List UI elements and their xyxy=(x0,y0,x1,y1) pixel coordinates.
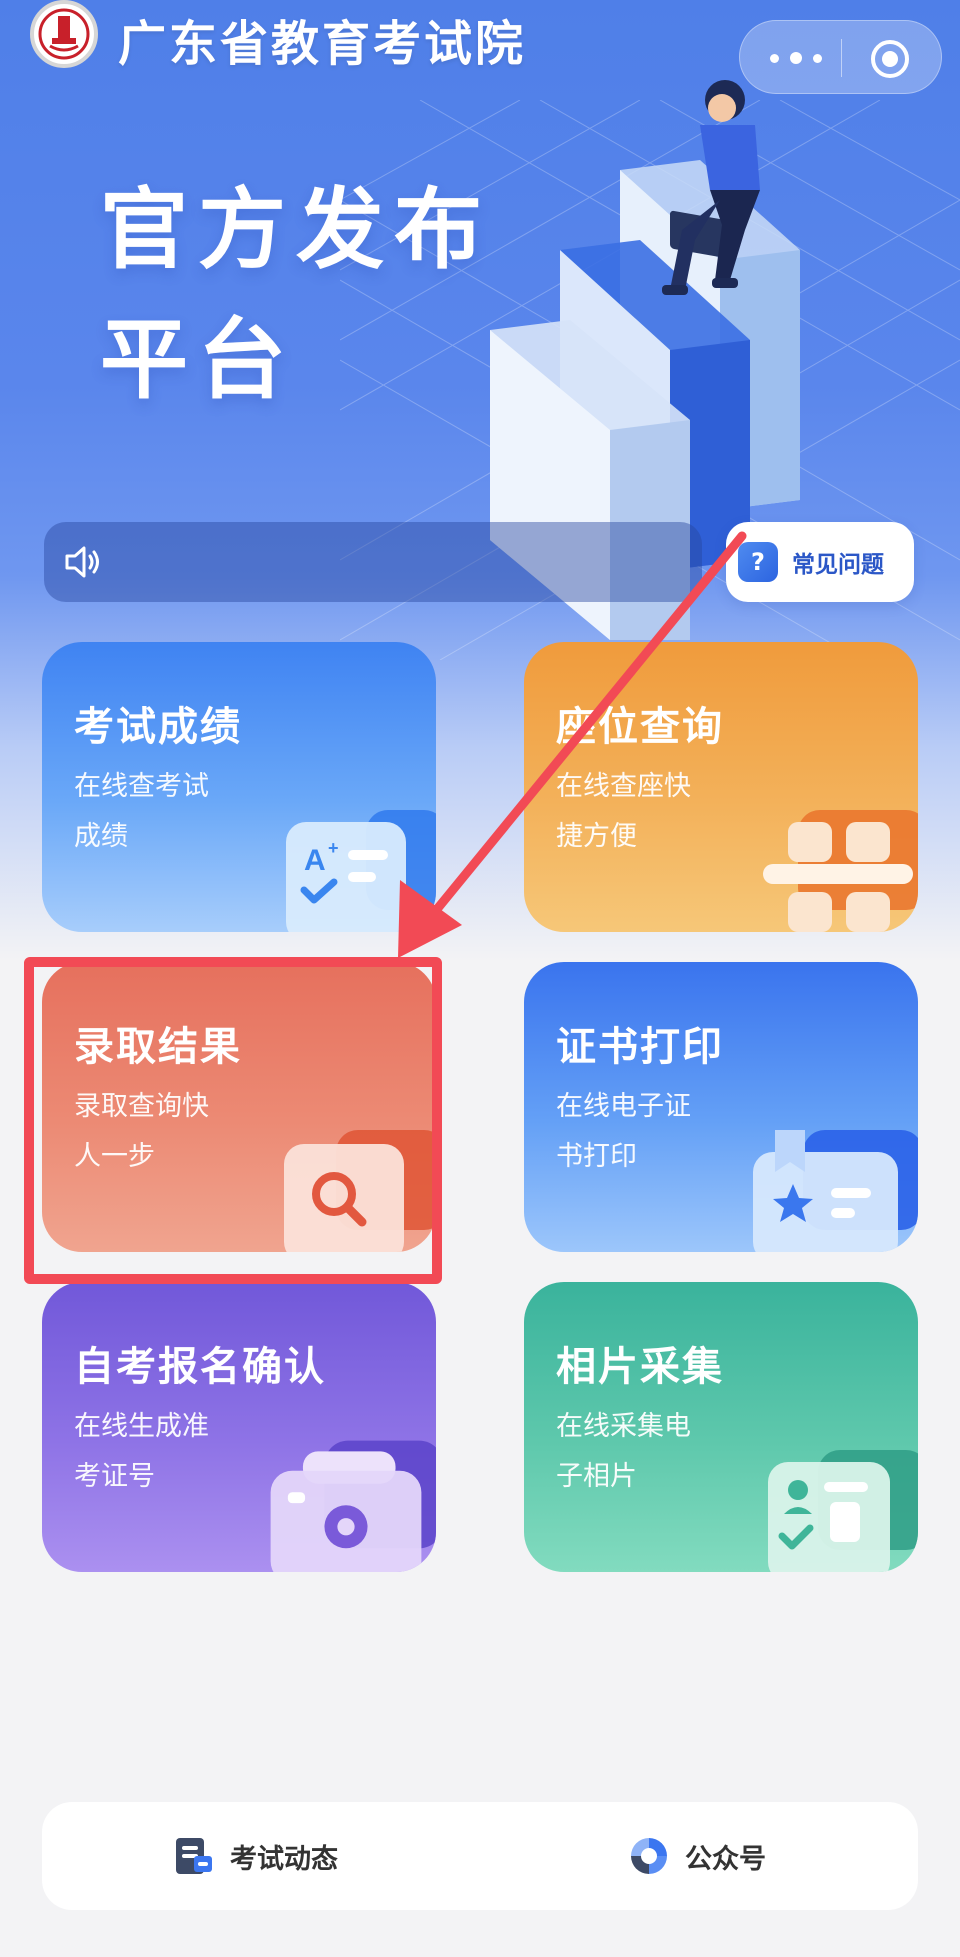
bottom-nav: 考试动态 公众号 xyxy=(42,1802,918,1910)
card-desc: 在线采集电 子相片 xyxy=(556,1402,726,1502)
card-desc-line1: 在线查考试 xyxy=(74,771,209,802)
annotation-highlight-box xyxy=(24,957,442,1284)
more-dots-icon[interactable] xyxy=(770,43,822,73)
card-certificate-print[interactable]: 证书打印 在线电子证 书打印 xyxy=(524,962,918,1252)
card-desc-line1: 在线采集电 xyxy=(556,1411,691,1442)
card-desc-line2: 子相片 xyxy=(556,1461,637,1492)
hero-heading-line1: 官方发布 xyxy=(100,178,493,281)
card-desc-line2: 书打印 xyxy=(556,1141,637,1172)
nav-label: 考试动态 xyxy=(230,1843,338,1875)
card-photo-collection[interactable]: 相片采集 在线采集电 子相片 xyxy=(524,1282,918,1572)
annotation-arrow xyxy=(398,531,747,958)
speaker-icon xyxy=(65,546,99,578)
card-desc: 在线电子证 书打印 xyxy=(556,1082,726,1182)
card-exam-score[interactable]: 考试成绩 在线查考试 成绩 A + xyxy=(42,642,436,932)
card-desc: 在线查考试 成绩 xyxy=(74,762,244,862)
card-title: 自考报名确认 xyxy=(74,1344,326,1390)
card-desc-line1: 在线电子证 xyxy=(556,1091,691,1122)
card-title: 证书打印 xyxy=(556,1024,724,1070)
capsule-divider xyxy=(841,39,842,77)
id-photo-check-icon xyxy=(768,1450,918,1572)
official-account-icon xyxy=(631,1838,667,1874)
card-title: 相片采集 xyxy=(556,1344,724,1390)
hero-heading: 官方发布 平台 xyxy=(100,165,492,425)
exam-authority-logo-icon xyxy=(30,0,98,68)
nav-official-account[interactable]: 公众号 xyxy=(627,1834,766,1878)
hero-heading-line2: 平台 xyxy=(100,308,297,411)
svg-text:+: + xyxy=(328,838,339,858)
card-desc-line2: 考证号 xyxy=(74,1461,155,1492)
target-circle-icon[interactable] xyxy=(869,38,911,80)
card-desc: 在线生成准 考证号 xyxy=(74,1402,244,1502)
card-desc-line1: 在线生成准 xyxy=(74,1411,209,1442)
svg-text:A: A xyxy=(304,844,326,877)
card-desc-line2: 成绩 xyxy=(74,821,128,852)
camera-icon xyxy=(270,1440,436,1572)
site-title: 广东省教育考试院 xyxy=(118,16,527,72)
certificate-star-icon xyxy=(753,1130,918,1252)
card-self-exam-confirm[interactable]: 自考报名确认 在线生成准 考证号 xyxy=(42,1282,436,1572)
news-icon xyxy=(176,1838,212,1874)
nav-label: 公众号 xyxy=(685,1843,766,1875)
seat-grid-icon xyxy=(763,810,918,932)
nav-exam-news[interactable]: 考试动态 xyxy=(172,1834,338,1878)
card-title: 考试成绩 xyxy=(74,704,242,750)
faq-label: 常见问题 xyxy=(792,552,884,578)
